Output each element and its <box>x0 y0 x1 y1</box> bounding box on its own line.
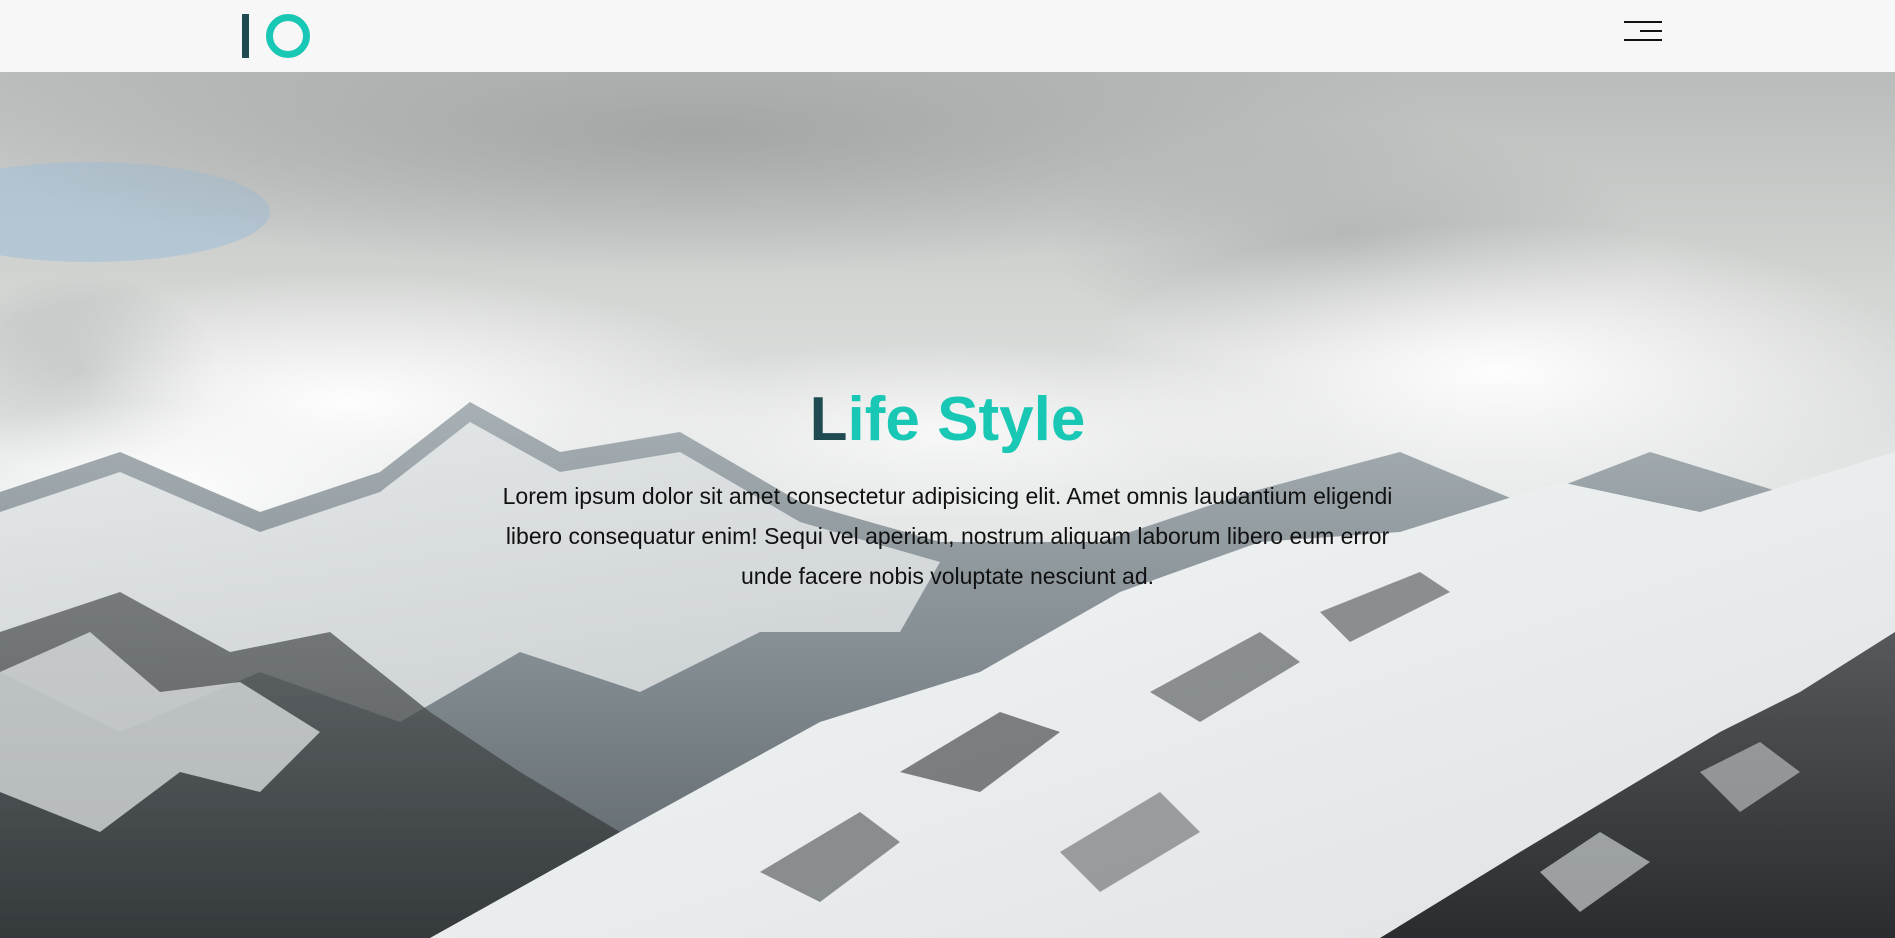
logo-ring-mark <box>266 14 310 58</box>
menu-line <box>1640 30 1662 32</box>
site-logo[interactable] <box>242 14 312 58</box>
hero-description: Lorem ipsum dolor sit amet consectetur a… <box>502 483 1393 589</box>
menu-line <box>1624 21 1662 23</box>
navbar <box>0 0 1895 72</box>
hero-title: Life Style <box>0 384 1895 456</box>
menu-line <box>1624 39 1662 41</box>
hero-section: Life Style Lorem ipsum dolor sit amet co… <box>0 72 1895 938</box>
hero-title-first-letter: L <box>809 385 848 454</box>
logo-bar-mark <box>242 14 249 58</box>
hero-title-rest: ife Style <box>847 385 1086 454</box>
menu-button[interactable] <box>1620 18 1666 46</box>
hero-content: Life Style Lorem ipsum dolor sit amet co… <box>0 384 1895 596</box>
